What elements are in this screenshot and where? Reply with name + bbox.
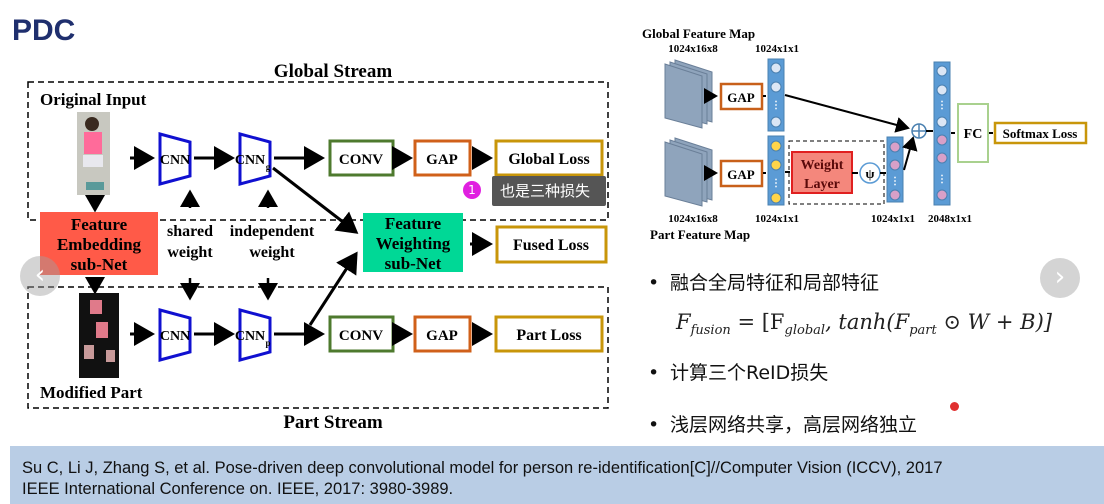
gap-label: GAP [426, 152, 458, 168]
cnn-p-label: CNN [235, 329, 265, 344]
modified-part-image [79, 293, 119, 378]
citation-line: Su C, Li J, Zhang S, et al. Pose-driven … [22, 459, 943, 477]
psi-label: ψ [866, 166, 875, 181]
gap-label: GAP [727, 167, 755, 182]
feature-weighting-line: Weighting [376, 234, 451, 253]
comment-badge[interactable]: 1 [463, 181, 481, 199]
bullet-text: 融合全局特征和局部特征 [670, 272, 880, 294]
svg-text:⋮: ⋮ [937, 174, 947, 185]
original-input-label: Original Input [40, 90, 147, 109]
dim-label: 1024x1x1 [871, 213, 915, 225]
independent-weight-label: weight [249, 244, 295, 261]
part-loss-label: Part Loss [516, 327, 581, 344]
part-feature-map-label: Part Feature Map [650, 227, 750, 242]
softmax-loss-label: Softmax Loss [1003, 126, 1078, 141]
dim-label: 1024x1x1 [755, 43, 799, 55]
global-feature-map-label: Global Feature Map [642, 26, 755, 41]
next-slide-button[interactable]: › [1040, 258, 1080, 298]
left-diagram: Global Stream Original Input CNN CNN g C… [27, 26, 1088, 433]
feature-weighting-line: Feature [385, 214, 442, 233]
independent-weight-label: independent [230, 223, 315, 240]
dim-label: 1024x1x1 [755, 213, 799, 225]
bullet-item: • 浅层网络共享，高层网络独立 [648, 414, 918, 436]
feature-weighting-line: sub-Net [385, 254, 442, 273]
dim-label: 2048x1x1 [928, 213, 972, 225]
dim-label: 1024x16x8 [668, 43, 718, 55]
svg-text:⋮: ⋮ [771, 100, 781, 111]
cnn-g-label: CNN [235, 153, 265, 168]
cursor-pointer [950, 402, 959, 411]
prev-slide-button[interactable]: ‹ [20, 256, 60, 296]
bullet-item: • 计算三个ReID损失 [648, 362, 829, 384]
gap-label: GAP [426, 328, 458, 344]
svg-text:⋮: ⋮ [890, 176, 900, 187]
part-vector: ⋮ [767, 135, 785, 206]
cnn-label: CNN [160, 329, 190, 344]
conv-label: CONV [339, 328, 383, 344]
concat-vector: ⋮⋮ [933, 61, 951, 206]
weighted-part-vector: ⋮ [886, 136, 904, 203]
gap-label: GAP [727, 90, 755, 105]
bullet-text: 浅层网络共享，高层网络独立 [670, 414, 918, 436]
shared-weight-label: shared [167, 223, 213, 240]
global-loss-label: Global Loss [508, 151, 589, 168]
global-vector: ⋮ [767, 58, 785, 132]
fused-loss-label: Fused Loss [513, 237, 589, 254]
bullet-item: • 融合全局特征和局部特征 [648, 272, 880, 294]
original-input-image [77, 112, 110, 195]
global-feature-stack [664, 59, 713, 129]
svg-text:⋮: ⋮ [771, 178, 781, 189]
cnn-g-subscript: g [266, 162, 271, 172]
conv-label: CONV [339, 152, 383, 168]
comment-tooltip: 也是三种损失 [492, 176, 606, 206]
feature-embedding-line: Feature [71, 215, 128, 234]
bullet-text: 计算三个ReID损失 [670, 362, 829, 384]
weight-layer-label: Weight [801, 158, 844, 173]
cnn-label: CNN [160, 153, 190, 168]
fusion-formula: Ffusion = [Fglobal, tanh(Fpart ⊙ W + B)] [676, 310, 1052, 339]
modified-part-label: Modified Part [40, 383, 143, 402]
cnn-p-subscript: p [265, 338, 270, 348]
right-diagram: Global Feature Map 1024x16x8 1024x1x1 GA… [642, 26, 1088, 242]
svg-text:⋮: ⋮ [937, 100, 947, 111]
shared-weight-label: weight [167, 244, 213, 261]
dim-label: 1024x16x8 [668, 213, 718, 225]
citation-line: IEEE International Conference on. IEEE, … [22, 480, 454, 498]
fc-label: FC [964, 127, 983, 142]
feature-embedding-line: sub-Net [71, 255, 128, 274]
global-stream-label: Global Stream [274, 61, 393, 82]
part-stream-label: Part Stream [283, 412, 383, 433]
concat-plus-icon [911, 123, 927, 139]
citation-bar: Su C, Li J, Zhang S, et al. Pose-driven … [10, 446, 1104, 504]
weight-layer-label: Layer [804, 177, 840, 192]
feature-embedding-line: Embedding [57, 235, 142, 254]
